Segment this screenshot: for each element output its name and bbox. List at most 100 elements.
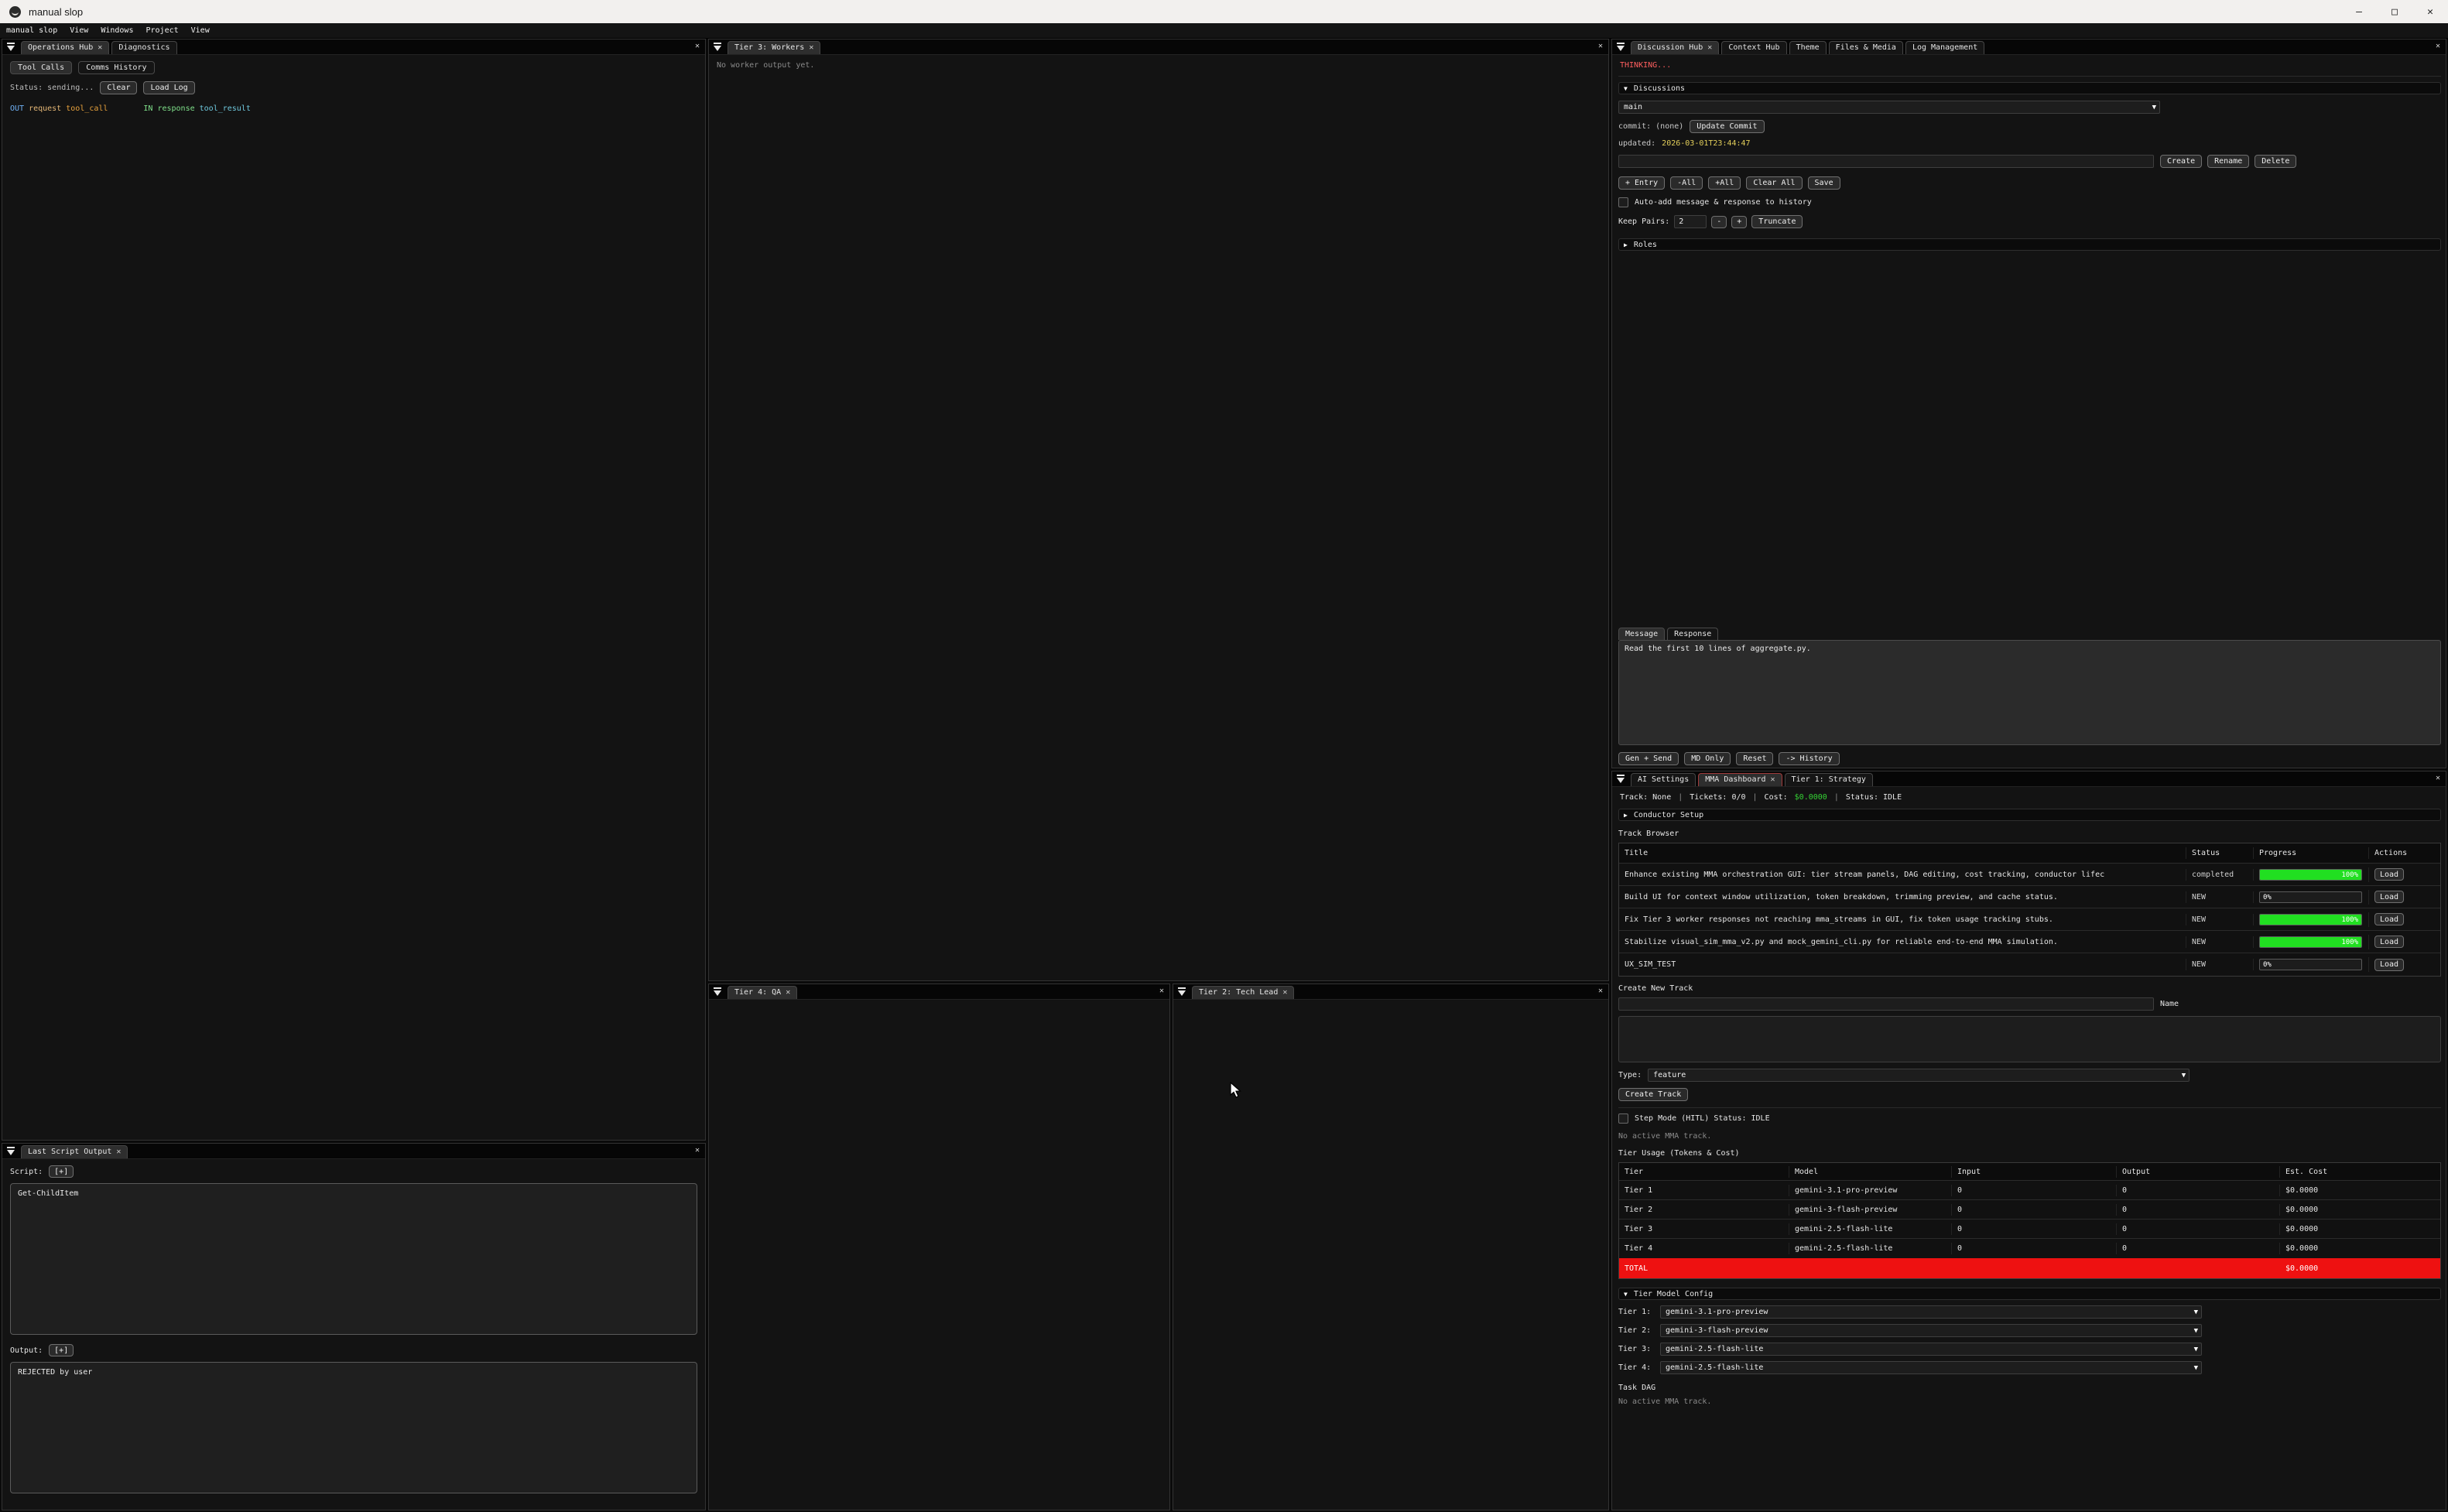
- tab[interactable]: Theme: [1789, 41, 1827, 54]
- tab-close-icon[interactable]: ✕: [98, 43, 102, 52]
- load-button[interactable]: Load: [2374, 868, 2404, 881]
- tab[interactable]: Last Script Output ✕: [21, 1145, 128, 1158]
- tier-model-select[interactable]: gemini-2.5-flash-lite ▼: [1660, 1343, 2202, 1356]
- script-expand-button[interactable]: [+]: [49, 1165, 74, 1178]
- tab[interactable]: Tier 3: Workers ✕: [728, 41, 820, 54]
- tab-close-icon[interactable]: ✕: [116, 1148, 121, 1156]
- pane-menu-icon[interactable]: [1177, 987, 1187, 997]
- pane-close-icon[interactable]: ✕: [1159, 987, 1164, 995]
- tab[interactable]: Context Hub: [1721, 41, 1786, 54]
- action-button[interactable]: MD Only: [1684, 752, 1731, 765]
- keep-pairs-minus-button[interactable]: -: [1711, 216, 1727, 228]
- subtab[interactable]: Tool Calls: [10, 61, 72, 74]
- tab[interactable]: Tier 4: QA ✕: [728, 986, 797, 999]
- load-button[interactable]: Load: [2374, 891, 2404, 903]
- action-button[interactable]: Gen + Send: [1618, 752, 1679, 765]
- entry-button[interactable]: -All: [1670, 176, 1703, 190]
- thinking-status: THINKING...: [1620, 61, 1671, 70]
- step-mode-checkbox[interactable]: [1618, 1113, 1628, 1124]
- auto-add-checkbox[interactable]: [1618, 197, 1628, 207]
- entry-buttons: + Entry -All +All Clear All Save: [1618, 176, 1840, 190]
- tab-close-icon[interactable]: ✕: [1707, 43, 1712, 52]
- action-button[interactable]: Reset: [1736, 752, 1773, 765]
- progress-bar: 100%: [2259, 914, 2362, 925]
- crud-button[interactable]: Rename: [2207, 155, 2249, 168]
- action-button[interactable]: -> History: [1779, 752, 1839, 765]
- tab[interactable]: Tier 2: Tech Lead ✕: [1192, 986, 1294, 999]
- conductor-collapse-header[interactable]: ▶ Conductor Setup: [1618, 809, 2441, 821]
- tab-close-icon[interactable]: ✕: [1282, 988, 1287, 997]
- total-cost: $0.0000: [2280, 1263, 2437, 1274]
- entry-button[interactable]: +All: [1708, 176, 1741, 190]
- pane-menu-icon[interactable]: [1616, 774, 1626, 784]
- load-button[interactable]: Load: [2374, 959, 2404, 971]
- tier-model-select[interactable]: gemini-3-flash-preview ▼: [1660, 1324, 2202, 1337]
- track-row: Stabilize visual_sim_mma_v2.py and mock_…: [1619, 931, 2440, 953]
- pane-menu-icon[interactable]: [1616, 42, 1626, 52]
- track-type-select[interactable]: feature ▼: [1648, 1069, 2190, 1082]
- menu-item[interactable]: manual slop: [0, 24, 63, 37]
- message-tab[interactable]: Message: [1618, 628, 1665, 640]
- entry-button[interactable]: + Entry: [1618, 176, 1665, 190]
- tab[interactable]: Log Management: [1905, 41, 1984, 54]
- pane-close-icon[interactable]: ✕: [695, 42, 700, 50]
- pane-menu-icon[interactable]: [713, 987, 723, 997]
- load-button[interactable]: Load: [2374, 913, 2404, 925]
- discussion-name-input[interactable]: [1618, 155, 2154, 168]
- crud-button[interactable]: Delete: [2255, 155, 2296, 168]
- branch-select[interactable]: main ▼: [1618, 101, 2160, 114]
- load-button[interactable]: Load: [2374, 936, 2404, 948]
- tier-model-config-header[interactable]: ▼ Tier Model Config: [1618, 1288, 2441, 1300]
- tab-close-icon[interactable]: ✕: [1771, 775, 1775, 784]
- tab[interactable]: Discussion Hub ✕: [1631, 41, 1719, 54]
- discussion-tabs: Discussion Hub ✕ Context Hub Theme: [1631, 41, 1984, 54]
- clear-button[interactable]: Clear: [100, 81, 137, 94]
- tab-close-icon[interactable]: ✕: [786, 988, 790, 997]
- output-expand-button[interactable]: [+]: [49, 1344, 74, 1356]
- pane-close-icon[interactable]: ✕: [695, 1146, 700, 1155]
- tab[interactable]: Tier 1: Strategy: [1785, 773, 1873, 786]
- tier-model-select[interactable]: gemini-3.1-pro-preview ▼: [1660, 1305, 2202, 1319]
- tab[interactable]: AI Settings: [1631, 773, 1696, 786]
- entry-button[interactable]: Clear All: [1746, 176, 1802, 190]
- maximize-icon[interactable]: □: [2377, 0, 2412, 23]
- minimize-icon[interactable]: —: [2341, 0, 2377, 23]
- menu-item[interactable]: Project: [139, 24, 184, 37]
- message-tab[interactable]: Response: [1667, 628, 1718, 640]
- output-text-box[interactable]: REJECTED by user: [10, 1362, 697, 1493]
- new-track-description-textarea[interactable]: [1618, 1016, 2441, 1062]
- close-icon[interactable]: ✕: [2412, 0, 2448, 23]
- create-track-button[interactable]: Create Track: [1618, 1088, 1688, 1101]
- entry-button[interactable]: Save: [1808, 176, 1840, 190]
- script-text-box[interactable]: Get-ChildItem: [10, 1183, 697, 1335]
- tab-close-icon[interactable]: ✕: [809, 43, 813, 52]
- pane-menu-icon[interactable]: [6, 1146, 16, 1156]
- ops-tabs: Operations Hub ✕ Diagnostics: [21, 41, 177, 54]
- load-log-button[interactable]: Load Log: [143, 81, 194, 94]
- tier-model-select[interactable]: gemini-2.5-flash-lite ▼: [1660, 1361, 2202, 1374]
- tab[interactable]: Operations Hub ✕: [21, 41, 109, 54]
- tab[interactable]: Files & Media: [1829, 41, 1903, 54]
- keep-pairs-input[interactable]: 2: [1674, 215, 1707, 228]
- pane-close-icon[interactable]: ✕: [1598, 987, 1603, 995]
- tab[interactable]: MMA Dashboard ✕: [1698, 773, 1782, 786]
- pane-close-icon[interactable]: ✕: [2436, 42, 2440, 50]
- tab[interactable]: Diagnostics: [111, 41, 176, 54]
- new-track-name-input[interactable]: [1618, 997, 2154, 1011]
- menu-item[interactable]: Windows: [94, 24, 139, 37]
- crud-button[interactable]: Create: [2160, 155, 2202, 168]
- message-textarea[interactable]: Read the first 10 lines of aggregate.py.: [1618, 640, 2441, 745]
- keep-pairs-plus-button[interactable]: +: [1731, 216, 1747, 228]
- pane-menu-icon[interactable]: [713, 42, 723, 52]
- update-commit-button[interactable]: Update Commit: [1690, 120, 1764, 133]
- discussions-collapse-header[interactable]: ▼ Discussions: [1618, 82, 2441, 94]
- truncate-button[interactable]: Truncate: [1751, 215, 1803, 228]
- pane-close-icon[interactable]: ✕: [2436, 774, 2440, 782]
- menu-item[interactable]: View: [63, 24, 94, 37]
- subtab[interactable]: Comms History: [78, 61, 154, 74]
- roles-collapse-header[interactable]: ▶ Roles: [1618, 238, 2441, 251]
- menu-item[interactable]: View: [185, 24, 216, 37]
- pane-close-icon[interactable]: ✕: [1598, 42, 1603, 50]
- combo-arrow-icon: ▼: [2194, 1308, 2198, 1316]
- pane-menu-icon[interactable]: [6, 42, 16, 52]
